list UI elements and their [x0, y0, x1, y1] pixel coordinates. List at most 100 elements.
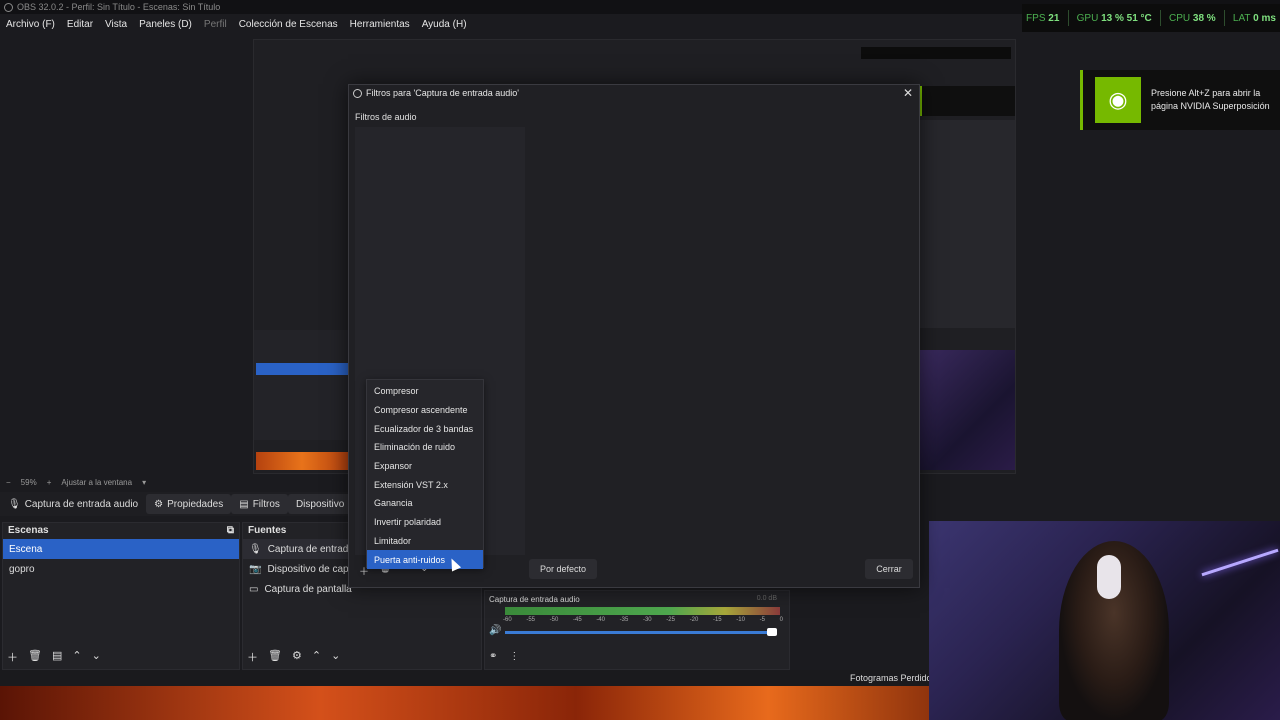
source-toolbar: 🎙 Captura de entrada audio ⚙ Propiedades… [0, 492, 360, 516]
preview-nested-orange [256, 452, 348, 470]
menu-bar: Archivo (F) Editar Vista Paneles (D) Per… [0, 14, 1000, 34]
dialog-title: Filtros para 'Captura de entrada audio' [366, 88, 520, 98]
sources-title: Fuentes [248, 525, 287, 536]
tick-label: -15 [712, 617, 722, 623]
mixer-source-name: Captura de entrada audio [489, 595, 580, 604]
lat-label: LAT [1232, 12, 1251, 24]
filters-button[interactable]: ▤ Filtros [231, 494, 288, 514]
scene-item[interactable]: gopro [3, 559, 239, 579]
undock-icon[interactable]: ⧉ [227, 525, 234, 537]
chevron-down-icon[interactable]: ▾ [142, 478, 146, 487]
microphone-icon: 🎙 [8, 498, 21, 510]
device-label: Dispositivo [295, 498, 345, 510]
preview-nested-scenes [254, 330, 349, 440]
dialog-title-bar: Filtros para 'Captura de entrada audio' [353, 88, 519, 98]
filter-icon[interactable]: ▤ [52, 649, 62, 665]
properties-button[interactable]: ⚙ Propiedades [146, 494, 232, 514]
menu-paneles[interactable]: Paneles (D) [133, 19, 198, 30]
menu-coleccion-escenas[interactable]: Colección de Escenas [233, 19, 344, 30]
volume-slider[interactable] [505, 631, 775, 634]
default-button[interactable]: Por defecto [529, 559, 597, 579]
microphone-icon: 🎙 [249, 543, 262, 555]
menu-herramientas[interactable]: Herramientas [344, 19, 416, 30]
chevron-down-icon[interactable]: ⌄ [92, 649, 101, 665]
menu-item-compresor[interactable]: Compresor [367, 382, 483, 401]
trash-icon[interactable]: 🗑 [268, 649, 282, 665]
cpu-label: CPU [1169, 12, 1191, 24]
tick-label: -5 [759, 617, 765, 623]
menu-perfil[interactable]: Perfil [198, 19, 233, 30]
add-icon[interactable]: ＋ [247, 649, 258, 665]
zoom-out-button[interactable]: − [6, 478, 11, 487]
meter-ticks: -60 -55 -50 -45 -40 -35 -30 -25 -20 -15 … [503, 617, 783, 623]
menu-item-puerta-anti-ruidos[interactable]: Puerta anti-ruidos [367, 550, 483, 569]
gear-icon: ⚙ [154, 498, 164, 510]
light-strip [1201, 548, 1279, 577]
preview-nested-panel [920, 120, 1015, 328]
tick-label: -35 [619, 617, 629, 623]
filter-settings-area [529, 127, 915, 555]
source-item-label: Dispositivo de captur [267, 563, 361, 575]
tick-label: 0 [779, 617, 783, 623]
tick-label: -55 [526, 617, 535, 623]
scenes-panel: Escenas ⧉ Escena gopro ＋ 🗑 ▤ ⌃ ⌄ [2, 522, 240, 670]
camera-icon: 📷 [249, 563, 262, 575]
menu-item-vst[interactable]: Extensión VST 2.x [367, 475, 483, 494]
gpu-value: 13 % 51 °C [1101, 12, 1152, 24]
scene-item[interactable]: Escena [3, 539, 239, 559]
zoom-in-button[interactable]: + [47, 478, 52, 487]
zoom-fit-select[interactable]: Ajustar a la ventana [61, 478, 132, 487]
chevron-up-icon[interactable]: ⌃ [72, 649, 81, 665]
gear-icon[interactable]: ⚙ [292, 649, 302, 665]
obs-logo-icon [4, 2, 13, 12]
more-icon[interactable]: ⋮ [509, 651, 519, 662]
nvidia-logo-icon: ◉ [1095, 77, 1141, 123]
menu-item-ecualizador[interactable]: Ecualizador de 3 bandas [367, 419, 483, 438]
scene-item-label: gopro [9, 563, 35, 575]
close-icon[interactable]: ✕ [901, 86, 915, 100]
filters-label: Filtros [252, 498, 280, 510]
tick-label: -25 [666, 617, 675, 623]
fps-value: 21 [1048, 12, 1060, 24]
close-button[interactable]: Cerrar [865, 559, 913, 579]
headphone [1097, 555, 1121, 599]
menu-item-expansor[interactable]: Expansor [367, 457, 483, 476]
lat-value: 0 ms [1253, 12, 1276, 24]
source-item-label: Captura de pantalla [264, 583, 352, 595]
menu-vista[interactable]: Vista [99, 19, 133, 30]
menu-item-compresor-ascendente[interactable]: Compresor ascendente [367, 401, 483, 420]
scenes-toolbar: ＋ 🗑 ▤ ⌃ ⌄ [7, 649, 101, 665]
menu-ayuda[interactable]: Ayuda (H) [416, 19, 473, 30]
nvidia-notification: ◉ Presione Alt+Z para abrir la página NV… [1080, 70, 1280, 130]
scenes-header: Escenas ⧉ [3, 523, 239, 539]
tick-label: -40 [596, 617, 605, 623]
tick-label: -10 [736, 617, 745, 623]
sources-toolbar: ＋ 🗑 ⚙ ⌃ ⌄ [247, 649, 340, 665]
filter-icon: ▤ [239, 498, 249, 510]
filter-type-menu: Compresor Compresor ascendente Ecualizad… [366, 379, 484, 569]
chevron-up-icon[interactable]: ⌃ [312, 649, 321, 665]
menu-archivo[interactable]: Archivo (F) [0, 19, 61, 30]
menu-item-invertir-polaridad[interactable]: Invertir polaridad [367, 513, 483, 532]
volume-slider-handle[interactable] [767, 628, 777, 636]
cpu-value: 38 % [1192, 12, 1216, 24]
preview-nested-perf [861, 47, 1011, 59]
link-icon[interactable]: ⚭ [489, 651, 497, 662]
window-title: OBS 32.0.2 - Perfil: Sin Título - Escena… [17, 2, 221, 12]
menu-editar[interactable]: Editar [61, 19, 99, 30]
add-icon[interactable]: ＋ [7, 649, 18, 665]
speaker-icon[interactable]: 🔊 [489, 625, 501, 636]
menu-item-limitador[interactable]: Limitador [367, 532, 483, 551]
preview-nested-selection [256, 363, 348, 375]
menu-item-ganancia[interactable]: Ganancia [367, 494, 483, 513]
zoom-bar: − 59% + Ajustar a la ventana ▾ [0, 474, 253, 490]
trash-icon[interactable]: 🗑 [28, 649, 42, 665]
mixer-db: 0.0 dB [756, 595, 777, 602]
chevron-down-icon[interactable]: ⌄ [331, 649, 340, 665]
webcam-overlay [929, 521, 1280, 720]
device-button[interactable]: Dispositivo [287, 494, 353, 514]
preview-nested-webcam [920, 350, 1015, 470]
mixer-toolbar: ⚭ ⋮ [489, 651, 519, 662]
menu-item-eliminacion-ruido[interactable]: Eliminación de ruido [367, 438, 483, 457]
tick-label: -45 [572, 617, 582, 623]
